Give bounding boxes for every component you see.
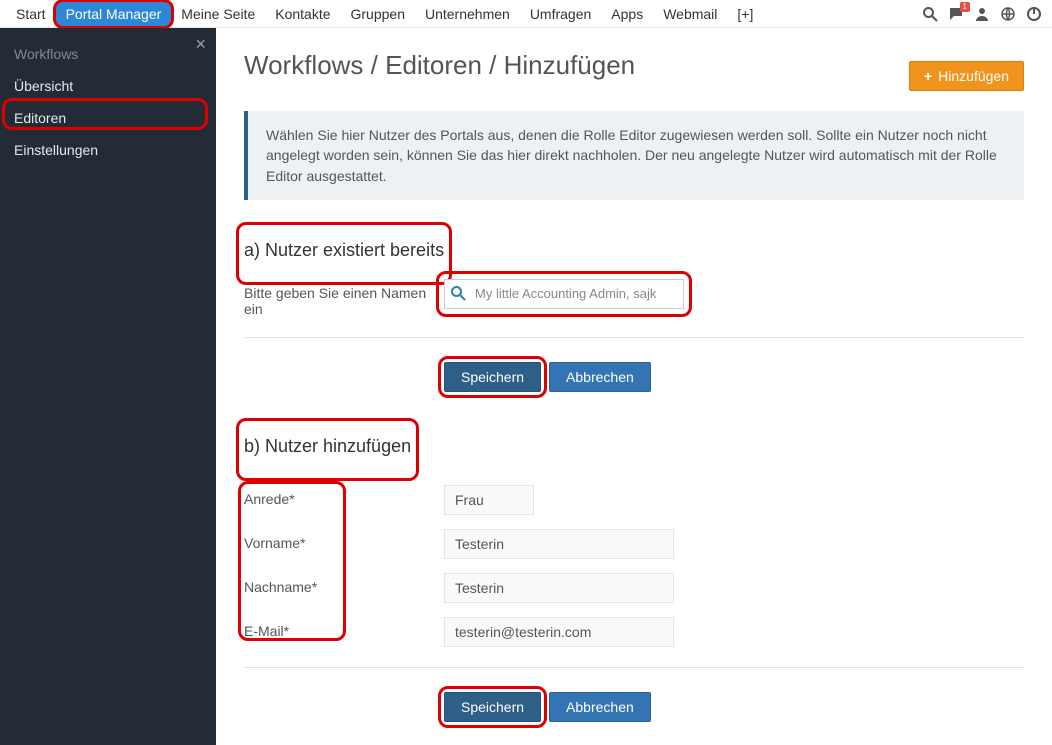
- save-button-b[interactable]: Speichern: [444, 692, 541, 722]
- user-search-input[interactable]: [444, 279, 684, 309]
- power-icon[interactable]: [1026, 6, 1042, 22]
- search-icon[interactable]: [922, 6, 938, 22]
- sidebar-section-title: Workflows: [0, 28, 216, 70]
- anrede-label: Anrede*: [244, 485, 444, 507]
- vorname-label: Vorname*: [244, 529, 444, 551]
- divider: [244, 337, 1024, 338]
- nav-umfragen[interactable]: Umfragen: [520, 2, 601, 26]
- nav-kontakte[interactable]: Kontakte: [265, 2, 340, 26]
- top-nav-items: Start Portal Manager Meine Seite Kontakt…: [6, 2, 763, 26]
- section-a-head: a) Nutzer existiert bereits: [244, 240, 444, 261]
- page-title: Workflows / Editoren / Hinzufügen: [244, 50, 1024, 81]
- nav-start[interactable]: Start: [6, 2, 56, 26]
- row-email: E-Mail*: [244, 617, 1024, 647]
- sidebar-item-uebersicht[interactable]: Übersicht: [0, 70, 216, 102]
- nav-more[interactable]: [+]: [727, 2, 763, 26]
- nav-gruppen[interactable]: Gruppen: [341, 2, 415, 26]
- main-content: Workflows / Editoren / Hinzufügen + Hinzu…: [216, 28, 1052, 745]
- nachname-input[interactable]: [444, 573, 674, 603]
- close-icon[interactable]: ×: [195, 34, 206, 55]
- row-nachname: Nachname*: [244, 573, 1024, 603]
- search-label: Bitte geben Sie einen Namen ein: [244, 279, 444, 317]
- cancel-button-a[interactable]: Abbrechen: [549, 362, 651, 392]
- top-icon-group: 1: [922, 6, 1046, 22]
- nav-apps[interactable]: Apps: [601, 2, 653, 26]
- anrede-input[interactable]: [444, 485, 534, 515]
- row-search: Bitte geben Sie einen Namen ein: [244, 279, 1024, 317]
- save-button-a[interactable]: Speichern: [444, 362, 541, 392]
- cancel-button-b[interactable]: Abbrechen: [549, 692, 651, 722]
- search-field-icon: [450, 285, 466, 301]
- nav-portal-manager[interactable]: Portal Manager: [56, 2, 172, 26]
- row-vorname: Vorname*: [244, 529, 1024, 559]
- globe-icon[interactable]: [1000, 6, 1016, 22]
- nav-unternehmen[interactable]: Unternehmen: [415, 2, 520, 26]
- section-b-head: b) Nutzer hinzufügen: [244, 436, 411, 457]
- info-box: Wählen Sie hier Nutzer des Portals aus, …: [244, 111, 1024, 200]
- user-icon[interactable]: [974, 6, 990, 22]
- chat-badge: 1: [960, 2, 970, 12]
- email-label: E-Mail*: [244, 617, 444, 639]
- nav-webmail[interactable]: Webmail: [653, 2, 727, 26]
- nachname-label: Nachname*: [244, 573, 444, 595]
- sidebar: × Workflows Übersicht Editoren Einstellu…: [0, 28, 216, 745]
- add-button-label: Hinzufügen: [938, 68, 1009, 84]
- chat-icon[interactable]: 1: [948, 6, 964, 22]
- add-button[interactable]: + Hinzufügen: [909, 61, 1024, 91]
- user-search-wrap: [444, 279, 684, 309]
- sidebar-item-editoren[interactable]: Editoren: [0, 102, 216, 134]
- nav-meine-seite[interactable]: Meine Seite: [171, 2, 265, 26]
- sidebar-item-einstellungen[interactable]: Einstellungen: [0, 134, 216, 166]
- divider: [244, 667, 1024, 668]
- plus-icon: +: [924, 68, 932, 84]
- email-input[interactable]: [444, 617, 674, 647]
- vorname-input[interactable]: [444, 529, 674, 559]
- top-nav: Start Portal Manager Meine Seite Kontakt…: [0, 0, 1052, 28]
- row-anrede: Anrede*: [244, 485, 1024, 515]
